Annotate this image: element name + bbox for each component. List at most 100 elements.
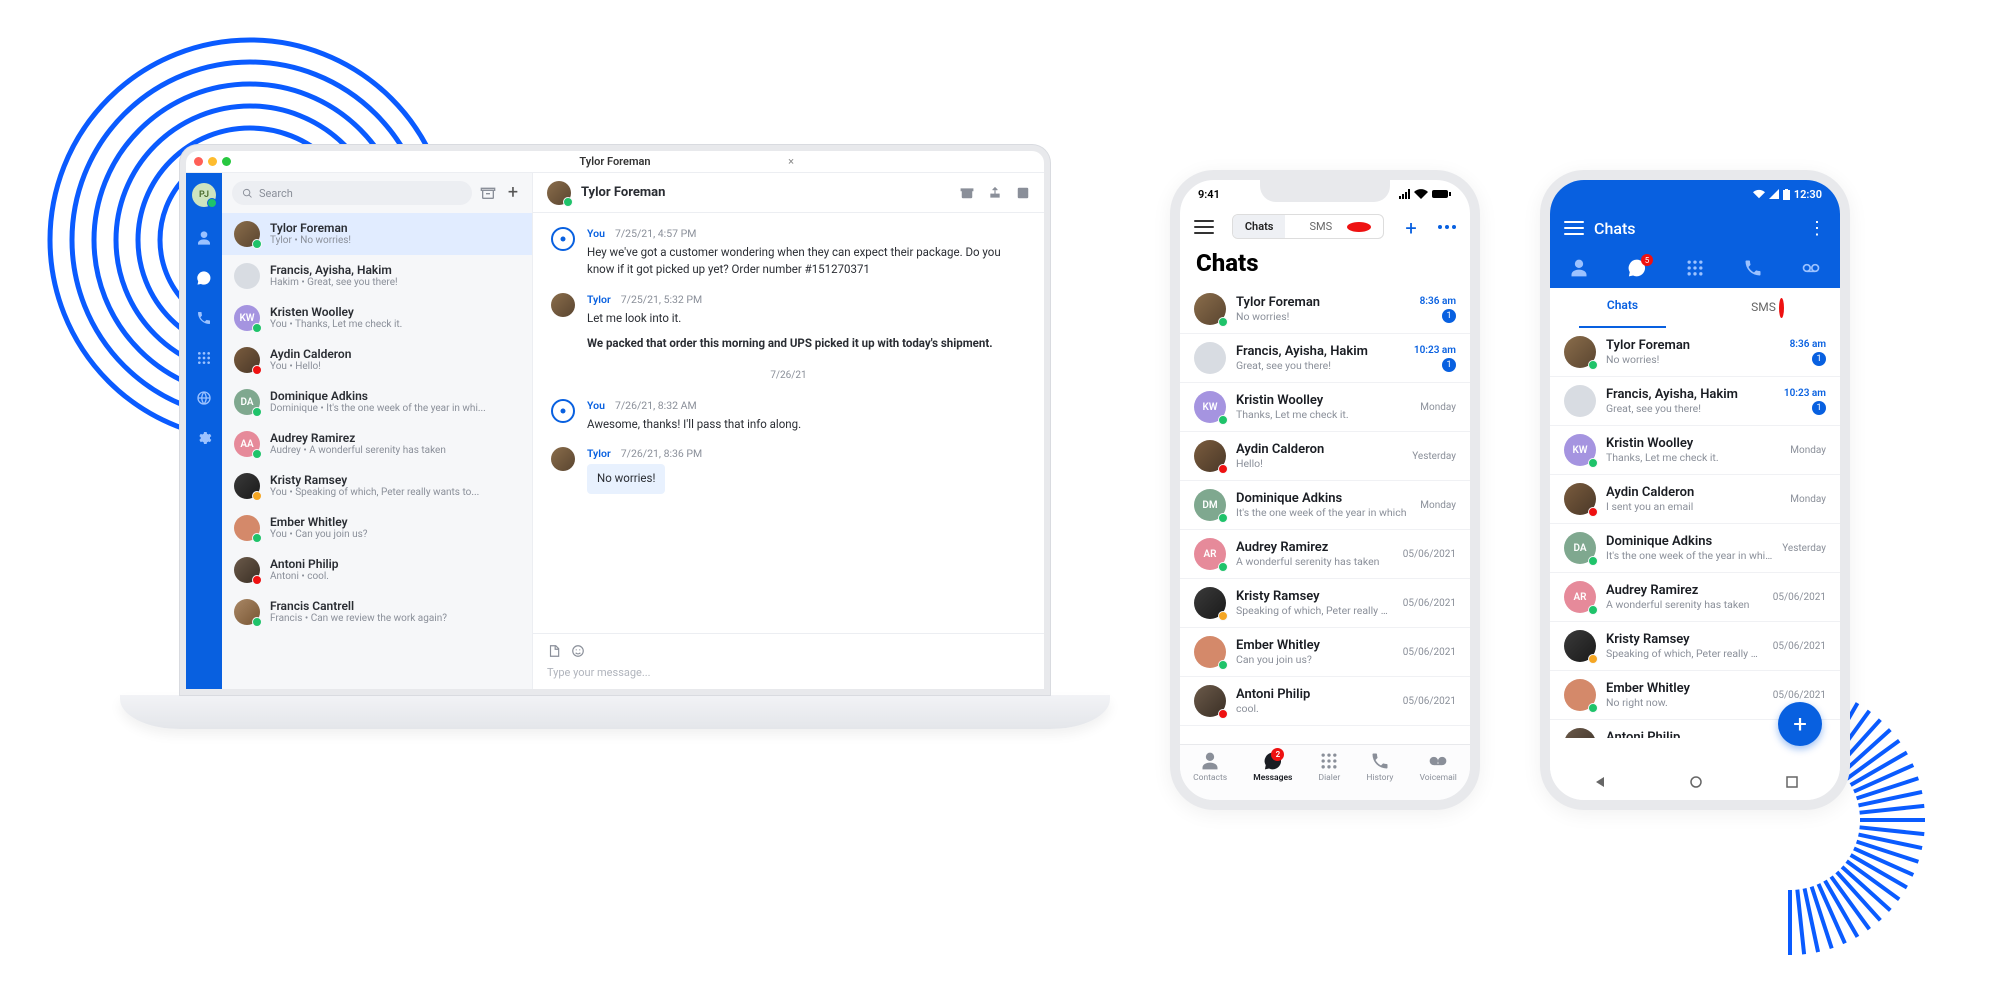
chat-row[interactable]: KW Kristin Woolley Thanks, Let me check … xyxy=(1550,426,1840,475)
chat-row[interactable]: DA Dominique Adkins It's the one week of… xyxy=(1550,524,1840,573)
chat-preview: Thanks, Let me check it. xyxy=(1606,451,1780,464)
avatar: AR xyxy=(1194,538,1226,570)
new-button[interactable]: + xyxy=(1402,218,1420,236)
settings-icon[interactable] xyxy=(195,429,213,447)
tab-chats[interactable]: Chats xyxy=(1550,288,1695,328)
tab-voicemail[interactable]: Voicemail xyxy=(1420,751,1457,800)
new-chat-button[interactable]: + xyxy=(504,184,522,202)
chat-item[interactable]: Francis Cantrell Francis • Can we review… xyxy=(222,591,532,633)
chat-time: 05/06/2021 xyxy=(1403,598,1456,609)
more-icon[interactable]: ⋮ xyxy=(1808,218,1826,239)
chat-preview: Can you join us? xyxy=(1236,653,1393,666)
chat-row[interactable]: Aydin Calderon Hello! Yesterday xyxy=(1180,432,1470,481)
tab-history[interactable]: History xyxy=(1366,751,1393,800)
more-icon[interactable] xyxy=(1438,225,1456,229)
chat-item[interactable]: AA Audrey Ramirez Audrey • A wonderful s… xyxy=(222,423,532,465)
laptop-device: Tylor Foreman × PJ Search xyxy=(180,145,1050,729)
chat-preview: Antoni • cool. xyxy=(270,571,520,582)
tab-messages[interactable]: 2Messages xyxy=(1253,751,1292,800)
chat-preview: A wonderful serenity has taken xyxy=(1236,555,1393,568)
chat-item[interactable]: Antoni Philip Antoni • cool. xyxy=(222,549,532,591)
close-tab-icon[interactable]: × xyxy=(788,155,794,168)
tab-sms[interactable]: SMS xyxy=(1695,288,1840,328)
msg-avatar xyxy=(551,447,575,471)
chat-item[interactable]: Francis, Ayisha, Hakim Hakim • Great, se… xyxy=(222,255,532,297)
chat-row[interactable]: Francis, Ayisha, Hakim Great, see you th… xyxy=(1180,334,1470,383)
globe-icon[interactable] xyxy=(195,389,213,407)
date-separator: 7/26/21 xyxy=(551,370,1026,381)
back-icon[interactable] xyxy=(1592,775,1606,789)
chat-preview: Speaking of which, Peter really want... xyxy=(1236,604,1393,617)
search-input[interactable]: Search xyxy=(232,181,472,205)
android-time: 12:30 xyxy=(1794,188,1822,201)
chat-list[interactable]: Tylor Foreman No worries! 8:36 am 1 Fran… xyxy=(1180,285,1470,735)
fab-new[interactable]: + xyxy=(1778,702,1822,746)
page-title: Chats xyxy=(1594,219,1636,238)
user-avatar[interactable]: PJ xyxy=(192,183,216,207)
menu-icon[interactable] xyxy=(1564,221,1584,235)
home-icon[interactable] xyxy=(1689,775,1703,789)
message: You7/25/21, 4:57 PM Hey we've got a cust… xyxy=(551,227,1026,279)
chat-item[interactable]: KW Kristen Woolley You • Thanks, Let me … xyxy=(222,297,532,339)
chat-row[interactable]: Francis, Ayisha, Hakim Great, see you th… xyxy=(1550,377,1840,426)
msg-time: 7/25/21, 4:57 PM xyxy=(615,227,696,240)
android-tabs: Chats SMS xyxy=(1550,288,1840,328)
msg-from: Tylor xyxy=(587,293,611,306)
chat-name: Kristy Ramsey xyxy=(1236,589,1393,604)
tab-dialer[interactable]: Dialer xyxy=(1319,751,1341,800)
signal-icon xyxy=(1769,189,1779,199)
chat-row[interactable]: Aydin Calderon I sent you an email Monda… xyxy=(1550,475,1840,524)
avatar: AA xyxy=(234,431,260,457)
archive-icon[interactable] xyxy=(960,186,974,200)
chat-item[interactable]: Ember Whitley You • Can you join us? xyxy=(222,507,532,549)
avatar xyxy=(234,263,260,289)
nav-calls[interactable] xyxy=(1743,258,1763,278)
nav-dialer[interactable] xyxy=(1685,258,1705,278)
avatar xyxy=(1564,336,1596,368)
messages-icon[interactable] xyxy=(195,269,213,287)
chat-row[interactable]: Ember Whitley Can you join us? 05/06/202… xyxy=(1180,628,1470,677)
chat-row[interactable]: AR Audrey Ramirez A wonderful serenity h… xyxy=(1550,573,1840,622)
tab-contacts[interactable]: Contacts xyxy=(1193,751,1227,800)
emoji-icon[interactable] xyxy=(571,644,585,658)
nav-contacts[interactable] xyxy=(1569,258,1589,278)
contacts-icon[interactable] xyxy=(195,229,213,247)
dialpad-icon[interactable] xyxy=(195,349,213,367)
expand-icon[interactable] xyxy=(1016,186,1030,200)
chat-row[interactable]: Antoni Philip cool. 05/06/2021 xyxy=(1180,677,1470,726)
chat-row[interactable]: Tylor Foreman No worries! 8:36 am 1 xyxy=(1550,328,1840,377)
calls-icon[interactable] xyxy=(195,309,213,327)
chat-row[interactable]: DM Dominique Adkins It's the one week of… xyxy=(1180,481,1470,530)
chat-list[interactable]: Tylor Foreman No worries! 8:36 am 1 Fran… xyxy=(1550,328,1840,738)
share-icon[interactable] xyxy=(988,186,1002,200)
chat-row[interactable]: Kristy Ramsey Speaking of which, Peter r… xyxy=(1180,579,1470,628)
chat-row[interactable]: KW Kristin Woolley Thanks, Let me check … xyxy=(1180,383,1470,432)
chat-row[interactable]: Tylor Foreman No worries! 8:36 am 1 xyxy=(1180,285,1470,334)
chat-item[interactable]: Tylor Foreman Tylor • No worries! xyxy=(222,213,532,255)
nav-voicemail[interactable] xyxy=(1801,258,1821,278)
chat-time: 05/06/2021 xyxy=(1773,641,1826,652)
menu-icon[interactable] xyxy=(1194,220,1214,234)
chat-row[interactable]: AR Audrey Ramirez A wonderful serenity h… xyxy=(1180,530,1470,579)
archive-icon[interactable] xyxy=(480,185,496,201)
segment-control[interactable]: Chats SMS xyxy=(1232,214,1384,239)
attach-icon[interactable] xyxy=(547,644,561,658)
msg-text: No worries! xyxy=(587,464,665,493)
nav-messages[interactable]: 5 xyxy=(1627,258,1647,278)
chat-item[interactable]: DA Dominique Adkins Dominique • It's the… xyxy=(222,381,532,423)
avatar xyxy=(234,473,260,499)
msg-from: Tylor xyxy=(587,447,611,460)
unread-badge: 1 xyxy=(1442,358,1456,372)
chat-name: Kristin Woolley xyxy=(1606,436,1780,451)
chat-name: Francis, Ayisha, Hakim xyxy=(1236,344,1404,359)
chat-time: Yesterday xyxy=(1782,543,1826,554)
recent-icon[interactable] xyxy=(1786,776,1798,788)
chat-item[interactable]: Kristy Ramsey You • Speaking of which, P… xyxy=(222,465,532,507)
chat-item[interactable]: Aydin Calderon You • Hello! xyxy=(222,339,532,381)
window-controls[interactable] xyxy=(194,157,231,166)
nav-rail: PJ xyxy=(186,173,222,689)
message-input[interactable]: Type your message... xyxy=(547,666,1030,679)
wifi-icon xyxy=(1414,189,1428,199)
chat-row[interactable]: Kristy Ramsey Speaking of which, Peter r… xyxy=(1550,622,1840,671)
unread-badge: 1 xyxy=(1812,352,1826,366)
